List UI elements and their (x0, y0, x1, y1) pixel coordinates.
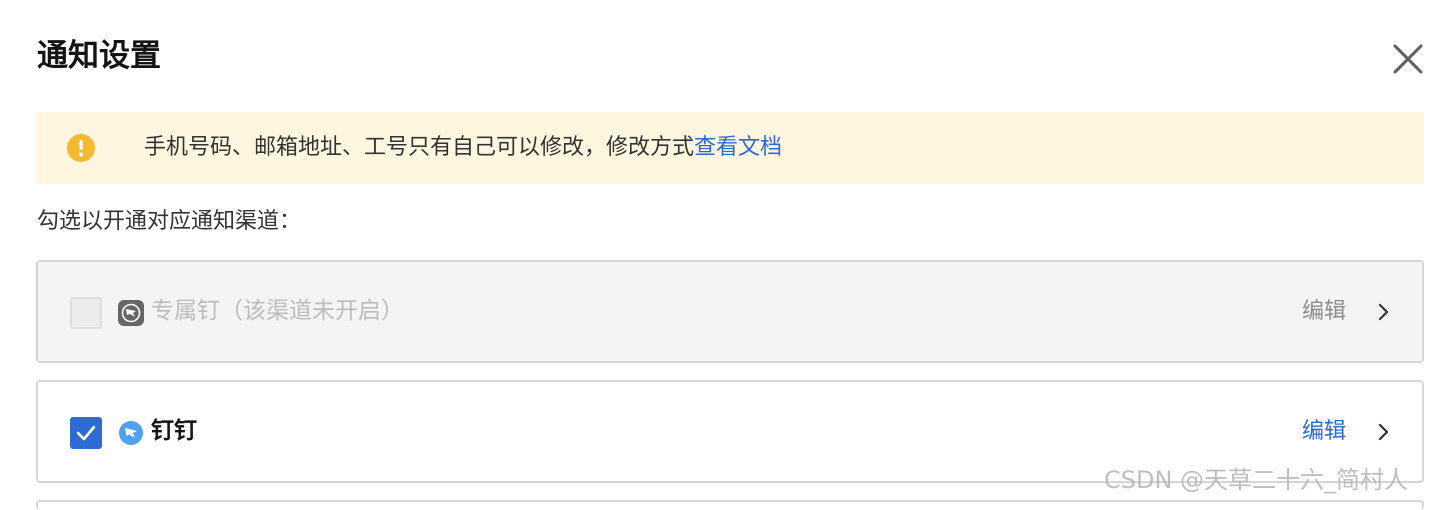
channel-row-exclusive-ding[interactable]: 专属钉（该渠道未开启） 编辑 (36, 260, 1424, 363)
dingtalk-label: 钉钉 (151, 418, 197, 444)
chevron-right-icon[interactable] (1374, 421, 1394, 443)
close-icon (1393, 44, 1423, 74)
chevron-right-icon[interactable] (1374, 301, 1394, 323)
exclusive-ding-checkbox[interactable] (70, 297, 102, 329)
notice-message: 手机号码、邮箱地址、工号只有自己可以修改，修改方式查看文档 (144, 112, 782, 184)
check-icon (76, 425, 96, 441)
view-docs-link[interactable]: 查看文档 (694, 135, 782, 160)
watermark-text: CSDN @天草二十六_简村人 (1104, 466, 1409, 494)
warning-icon (67, 134, 95, 162)
notice-banner: 手机号码、邮箱地址、工号只有自己可以修改，修改方式查看文档 (36, 112, 1424, 184)
exclusive-ding-edit-button[interactable]: 编辑 (1302, 262, 1346, 361)
exclusive-ding-label: 专属钉（该渠道未开启） (151, 298, 404, 324)
exclusive-ding-icon (118, 300, 144, 326)
dingtalk-icon (119, 421, 143, 445)
channel-instructions: 勾选以开通对应通知渠道： (37, 209, 302, 234)
dingtalk-checkbox[interactable] (70, 417, 102, 449)
channel-row-partial (36, 500, 1424, 510)
notice-text: 手机号码、邮箱地址、工号只有自己可以修改，修改方式 (144, 135, 695, 160)
close-button[interactable] (1390, 41, 1426, 77)
dialog-title: 通知设置 (37, 38, 161, 74)
